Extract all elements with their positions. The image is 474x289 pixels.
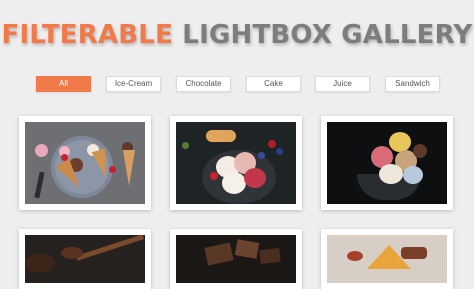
ice-cream-scoops-photo: [327, 122, 447, 204]
filter-sandwich-button[interactable]: Sandwich: [385, 76, 440, 92]
chocolate-pieces-photo: [176, 235, 296, 283]
ice-cream-bowl-photo: [176, 122, 296, 204]
cake-slice-photo: [327, 235, 447, 283]
filter-cake-button[interactable]: Cake: [246, 76, 301, 92]
gallery-item-ice-cream-scoops[interactable]: [321, 116, 453, 210]
filter-ice-cream-button[interactable]: Ice-Cream: [106, 76, 161, 92]
filter-all-button[interactable]: All: [36, 76, 91, 92]
filter-bar: All Ice-Cream Chocolate Cake Juice Sandw…: [0, 76, 474, 93]
chocolate-spoon-photo: [25, 235, 145, 283]
gallery-item-chocolate-pieces[interactable]: [170, 229, 302, 289]
gallery-item-ice-cream-cones[interactable]: [19, 116, 151, 210]
title-accent: FILTERABLE: [1, 20, 174, 50]
ice-cream-cones-photo: [25, 122, 145, 204]
filter-juice-button[interactable]: Juice: [315, 76, 370, 92]
gallery-item-chocolate-spoon[interactable]: [19, 229, 151, 289]
page-title: FILTERABLE LIGHTBOX GALLERY: [0, 20, 474, 50]
gallery-item-ice-cream-bowl[interactable]: [170, 116, 302, 210]
title-rest: LIGHTBOX GALLERY: [182, 20, 473, 50]
filter-chocolate-button[interactable]: Chocolate: [176, 76, 231, 92]
gallery-item-cake-slice[interactable]: [321, 229, 453, 289]
